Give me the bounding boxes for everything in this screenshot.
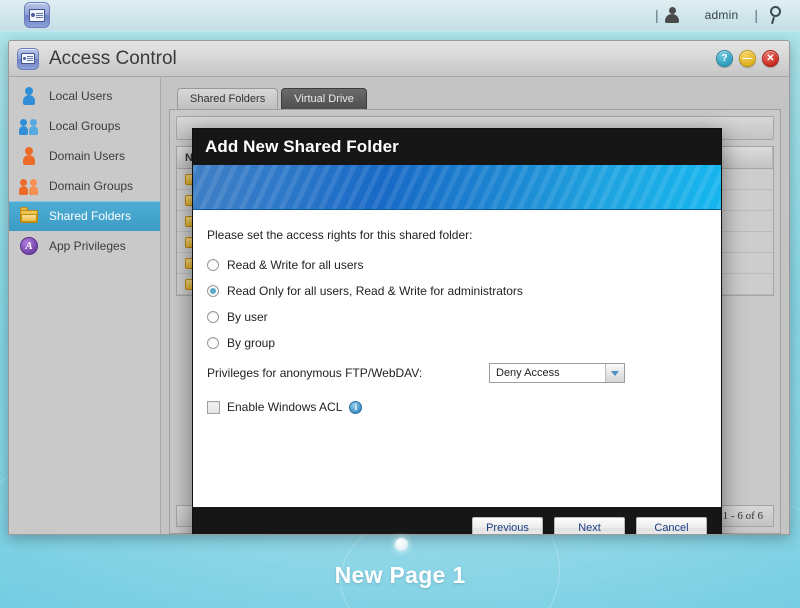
tab-shared-folders[interactable]: Shared Folders [177, 88, 279, 109]
sidebar: Local Users Local Groups Domain Users Do… [9, 77, 161, 534]
chevron-down-icon[interactable] [605, 364, 624, 382]
tab-virtual-drive[interactable]: Virtual Drive [281, 88, 367, 109]
sidebar-item-domain-groups[interactable]: Domain Groups [9, 171, 160, 201]
taskbar-separator-left: | [655, 7, 659, 23]
page-indicator-dot[interactable] [395, 538, 408, 551]
info-icon[interactable]: i [349, 400, 363, 414]
window-titlebar[interactable]: Access Control ? — ✕ [9, 41, 789, 77]
dialog-intro-text: Please set the access rights for this sh… [207, 228, 473, 242]
sidebar-item-local-groups[interactable]: Local Groups [9, 111, 160, 141]
sidebar-item-local-users[interactable]: Local Users [9, 81, 160, 111]
anonymous-privileges-select[interactable]: Deny Access [489, 363, 625, 383]
radio-label: By group [227, 336, 276, 350]
radio-by-user[interactable]: By user [207, 306, 721, 328]
page-title: Access Control [49, 47, 177, 69]
cancel-button[interactable]: Cancel [636, 516, 707, 534]
desktop-page-label: New Page 1 [334, 562, 466, 588]
add-shared-folder-dialog: Add New Shared Folder Please set the acc… [192, 128, 722, 534]
taskbar-left [0, 0, 50, 30]
enable-windows-acl-label: Enable Windows ACL [227, 400, 343, 414]
access-control-icon [17, 47, 39, 70]
dialog-banner [193, 165, 721, 210]
tab-bar: Shared Folders Virtual Drive [169, 85, 781, 109]
dialog-title: Add New Shared Folder [205, 137, 399, 156]
enable-windows-acl-checkbox[interactable] [207, 400, 220, 414]
anonymous-privileges-value: Deny Access [496, 367, 560, 379]
radio-read-only-all[interactable]: Read Only for all users, Read & Write fo… [207, 280, 721, 302]
user-orange-icon [19, 146, 39, 166]
app-privileges-icon: A [19, 236, 39, 256]
access-control-window: Access Control ? — ✕ Local Users Local G… [8, 40, 790, 535]
sidebar-item-shared-folders[interactable]: Shared Folders [9, 201, 160, 231]
username-label[interactable]: admin [679, 8, 749, 22]
radio-button[interactable] [207, 337, 219, 349]
sidebar-item-app-privileges[interactable]: A App Privileges [9, 231, 160, 261]
sidebar-item-label: App Privileges [49, 239, 126, 253]
id-card-glyph [29, 8, 45, 22]
anonymous-privileges-row: Privileges for anonymous FTP/WebDAV: Den… [207, 360, 721, 386]
radio-button[interactable] [207, 259, 219, 271]
search-icon[interactable] [768, 6, 786, 25]
card-lines-glyph [36, 12, 43, 18]
user-blue-icon [19, 86, 39, 106]
card-head-glyph [31, 13, 35, 17]
radio-button-selected[interactable] [207, 285, 219, 297]
sidebar-item-label: Domain Users [49, 149, 126, 163]
dialog-titlebar[interactable]: Add New Shared Folder [193, 129, 721, 165]
dialog-footer: Previous Next Cancel [193, 507, 721, 534]
dialog-content: Please set the access rights for this sh… [193, 210, 721, 507]
radio-label: Read & Write for all users [227, 258, 364, 272]
taskbar: | admin | [0, 0, 800, 32]
sidebar-item-label: Local Groups [49, 119, 121, 133]
sidebar-item-label: Shared Folders [49, 209, 132, 223]
taskbar-right: | admin | [649, 0, 800, 30]
anonymous-privileges-label: Privileges for anonymous FTP/WebDAV: [207, 366, 423, 380]
sidebar-item-domain-users[interactable]: Domain Users [9, 141, 160, 171]
sidebar-item-label: Local Users [49, 89, 113, 103]
sidebar-item-label: Domain Groups [49, 179, 134, 193]
user-icon[interactable] [664, 7, 679, 23]
window-controls: ? — ✕ [716, 50, 779, 67]
folder-icon [19, 206, 39, 226]
close-button[interactable]: ✕ [762, 50, 779, 67]
desktop: | admin | Access Control ? — ✕ Local Use… [0, 0, 800, 608]
radio-label: By user [227, 310, 268, 324]
minimize-button[interactable]: — [739, 50, 756, 67]
users-blue-icon [19, 116, 39, 136]
next-button[interactable]: Next [554, 516, 625, 534]
radio-label: Read Only for all users, Read & Write fo… [227, 284, 523, 298]
radio-button[interactable] [207, 311, 219, 323]
users-orange-icon [19, 176, 39, 196]
access-control-icon[interactable] [24, 2, 50, 28]
radio-by-group[interactable]: By group [207, 332, 721, 354]
enable-windows-acl-row[interactable]: Enable Windows ACL i [207, 396, 721, 418]
help-button[interactable]: ? [716, 50, 733, 67]
taskbar-separator-right: | [754, 7, 758, 23]
radio-read-write-all[interactable]: Read & Write for all users [207, 254, 721, 276]
previous-button[interactable]: Previous [472, 516, 543, 534]
